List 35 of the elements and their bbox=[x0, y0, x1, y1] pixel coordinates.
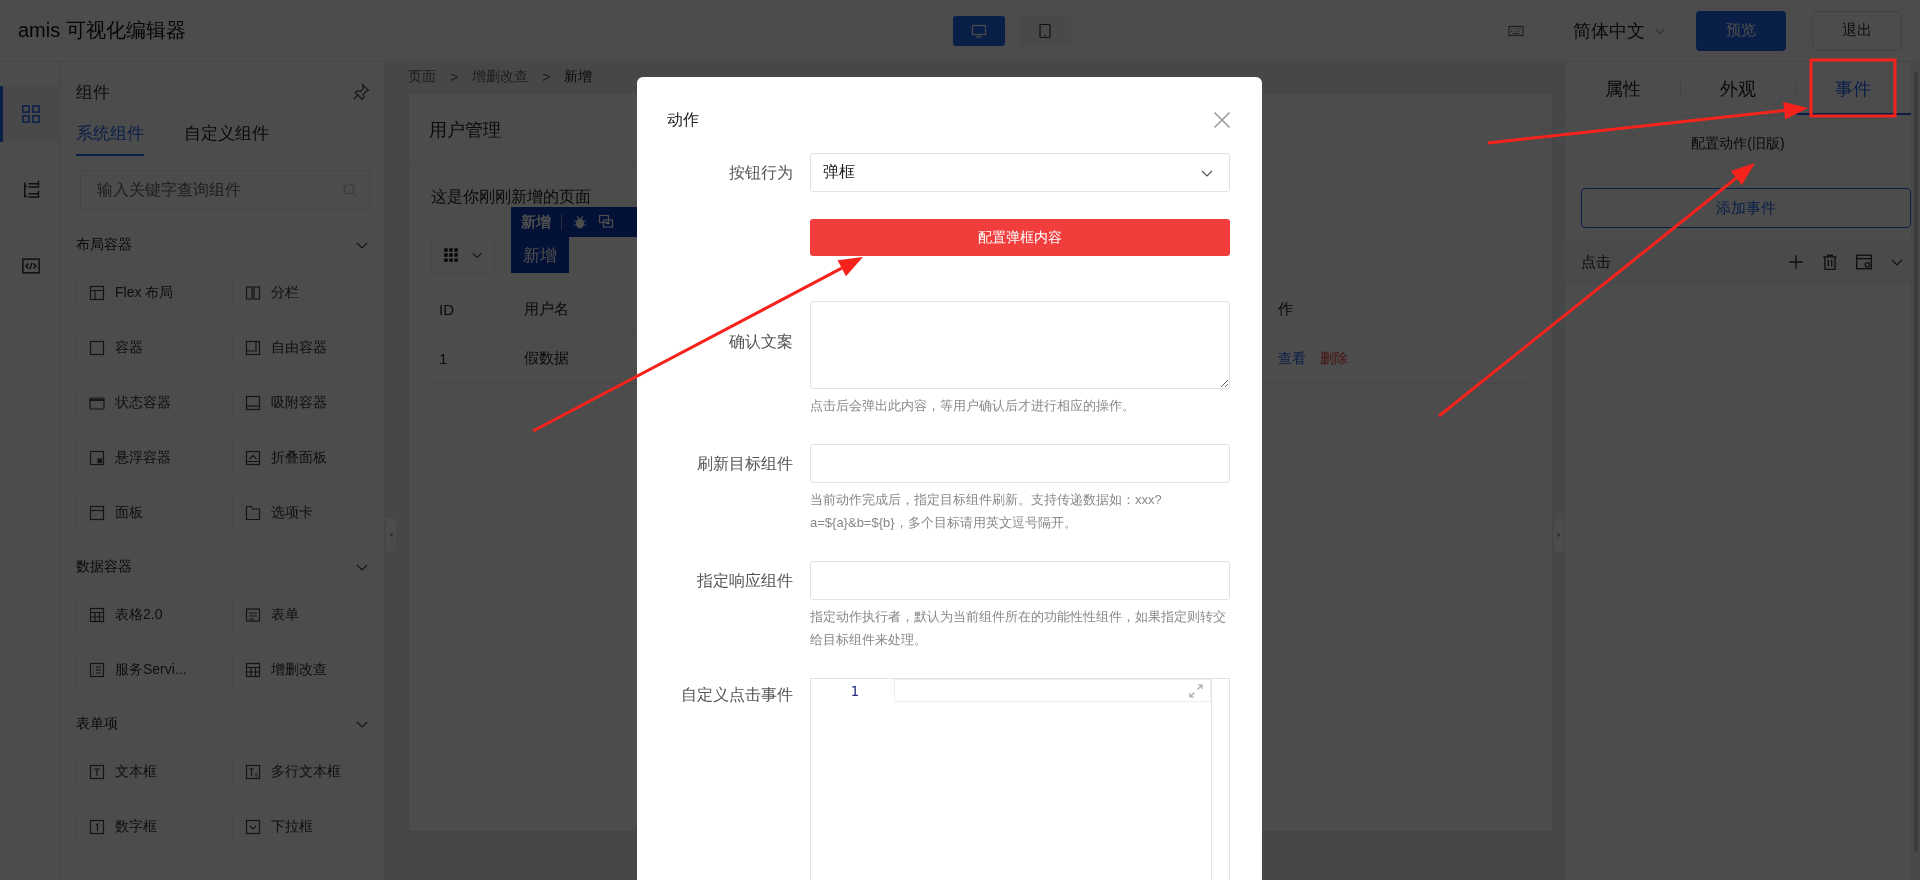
app-title: amis 可视化编辑器 bbox=[18, 18, 187, 43]
field-label: 刷新目标组件 bbox=[696, 454, 793, 474]
behavior-select[interactable]: 弹框 bbox=[810, 153, 1230, 192]
dialog-title: 动作 bbox=[667, 109, 699, 130]
panel-title: 组件 bbox=[76, 81, 110, 104]
field-label: 指定响应组件 bbox=[696, 571, 793, 591]
group-title: 布局容器 bbox=[76, 236, 132, 254]
field-label: 按钮行为 bbox=[728, 163, 793, 183]
code-editor[interactable]: 1 bbox=[810, 678, 1230, 880]
breadcrumb-separator: > bbox=[542, 69, 551, 85]
breadcrumb-separator: > bbox=[450, 69, 459, 85]
confirm-text-field[interactable] bbox=[810, 301, 1230, 389]
input-field[interactable] bbox=[810, 561, 1230, 600]
field-hint: 指定动作执行者，默认为当前组件所在的功能性性组件，如果指定则转交给目标组件来处理。 bbox=[810, 608, 1227, 649]
close-icon bbox=[1212, 110, 1232, 130]
breadcrumb-current: 新增 bbox=[564, 68, 593, 86]
settings-tab[interactable]: 属性 bbox=[1565, 64, 1681, 115]
close-button[interactable] bbox=[1212, 110, 1232, 130]
group-title: 数据容器 bbox=[76, 558, 132, 576]
line-number: 1 bbox=[849, 683, 859, 699]
configure-dialog-button[interactable]: 配置弹框内容 bbox=[810, 219, 1230, 256]
settings-tab[interactable]: 外观 bbox=[1680, 64, 1796, 115]
group-title: 表单项 bbox=[76, 715, 118, 733]
event-label: 点击 bbox=[1581, 252, 1612, 272]
toolbar-label: 新增 bbox=[521, 212, 551, 232]
field-hint: 点击后会弹出此内容，等用户确认后才进行相应的操作。 bbox=[810, 397, 1136, 415]
input-field[interactable] bbox=[810, 444, 1230, 483]
view-link[interactable]: 查看 bbox=[1278, 349, 1306, 368]
card-title: 用户管理 bbox=[429, 118, 501, 142]
field-label: 自定义点击事件 bbox=[680, 685, 793, 705]
field-label: 确认文案 bbox=[728, 332, 793, 352]
page-description: 这是你刚刚新增的页面 bbox=[431, 187, 592, 207]
field-hint: 当前动作完成后，指定目标组件刷新。支持传递数据如：xxx?a=${a}&b=${b}，多个目标请用英文逗号隔开。 bbox=[810, 491, 1163, 532]
expand-icon bbox=[1188, 682, 1204, 699]
panel-tab[interactable]: 自定义组件 bbox=[184, 112, 269, 156]
